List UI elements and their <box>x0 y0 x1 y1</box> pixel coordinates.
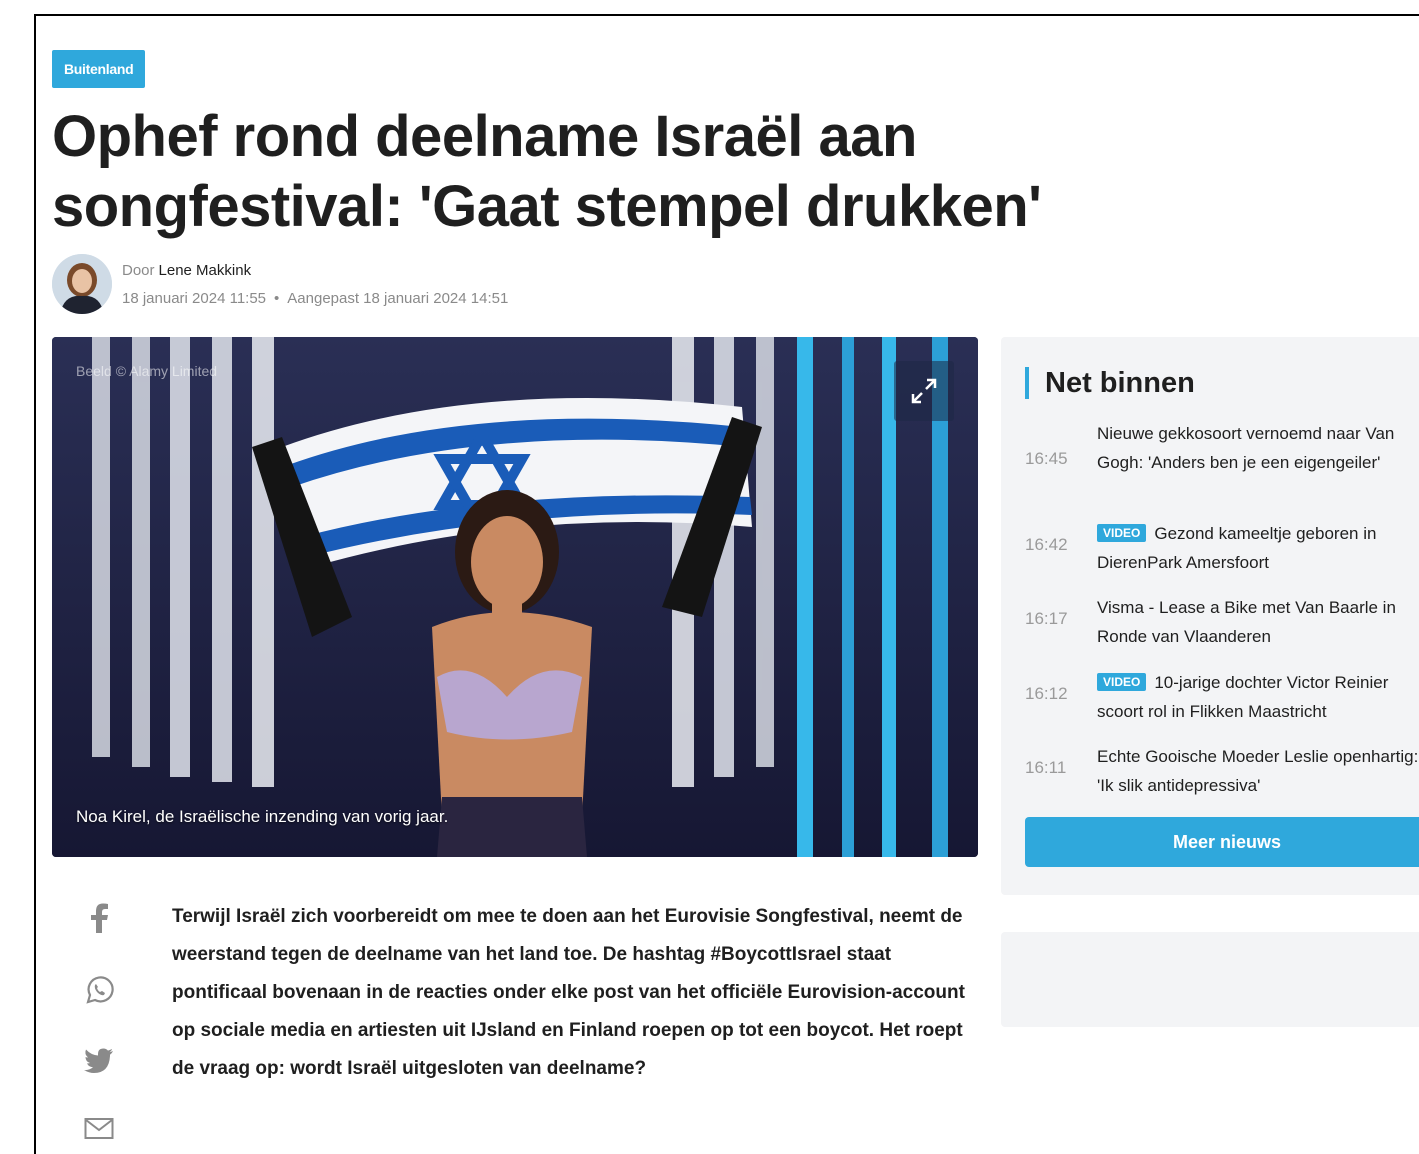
hero-image[interactable]: Beeld © Alamy Limited Noa Kirel, de Isra… <box>52 337 978 857</box>
news-headline: VIDEO Gezond kameeltje geboren in DierenP… <box>1097 519 1419 577</box>
news-headline: VIDEO 10-jarige dochter Victor Reinier sc… <box>1097 668 1419 726</box>
category-tag[interactable]: Buitenland <box>52 50 146 88</box>
mail-icon <box>84 1118 114 1139</box>
publish-date: 18 januari 2024 11:55 <box>122 290 267 307</box>
author-avatar[interactable] <box>52 254 112 314</box>
net-binnen-panel: Net binnen 16:45 Nieuwe gekkosoort verno… <box>1001 337 1419 895</box>
news-time: 16:42 <box>1025 535 1068 554</box>
news-time: 16:45 <box>1025 449 1068 468</box>
news-time: 16:11 <box>1025 758 1067 777</box>
byline-prefix: Door <box>122 262 155 279</box>
news-headline: Echte Gooische Moeder Leslie openhartig:… <box>1097 742 1419 800</box>
expand-icon <box>911 378 937 404</box>
news-time: 16:17 <box>1025 609 1068 628</box>
twitter-icon <box>84 1048 113 1073</box>
date-separator: • <box>274 290 280 307</box>
article-dates: 18 januari 2024 11:55 • Aangepast 18 janua… <box>122 290 508 307</box>
meer-nieuws-button[interactable]: Meer nieuws <box>1025 817 1419 867</box>
ad-placeholder <box>1001 932 1419 1027</box>
author-name[interactable]: Lene Makkink <box>159 262 252 279</box>
image-caption: Noa Kirel, de Israëlische inzending van … <box>76 807 449 826</box>
news-headline-text: Nieuwe gekkosoort vernoemd naar Van Gogh… <box>1097 424 1395 472</box>
whatsapp-icon <box>86 976 114 1004</box>
news-time: 16:12 <box>1025 684 1068 703</box>
share-facebook-button[interactable] <box>78 900 120 936</box>
article-headline: Ophef rond deelname Israël aan songfesti… <box>52 104 1042 239</box>
news-headline-text: Visma - Lease a Bike met Van Baarle in R… <box>1097 598 1396 646</box>
article-intro: Terwijl Israël zich voorbereidt om mee t… <box>172 906 965 1079</box>
video-badge: VIDEO <box>1097 673 1147 691</box>
news-headline: Visma - Lease a Bike met Van Baarle in R… <box>1097 593 1419 651</box>
share-twitter-button[interactable] <box>78 1043 120 1079</box>
share-mail-button[interactable] <box>78 1110 120 1146</box>
facebook-icon <box>91 903 108 933</box>
share-whatsapp-button[interactable] <box>78 972 120 1008</box>
byline: Door Lene Makkink <box>122 262 251 279</box>
updated-date: Aangepast 18 januari 2024 14:51 <box>287 290 509 307</box>
video-badge: VIDEO <box>1097 524 1147 542</box>
expand-image-button[interactable] <box>894 361 954 421</box>
net-binnen-title: Net binnen <box>1025 367 1195 399</box>
news-headline: Nieuwe gekkosoort vernoemd naar Van Gogh… <box>1097 419 1419 477</box>
image-credit: Beeld © Alamy Limited <box>76 363 218 379</box>
news-headline-text: Echte Gooische Moeder Leslie openhartig:… <box>1097 747 1419 795</box>
hero-photo <box>52 337 978 857</box>
